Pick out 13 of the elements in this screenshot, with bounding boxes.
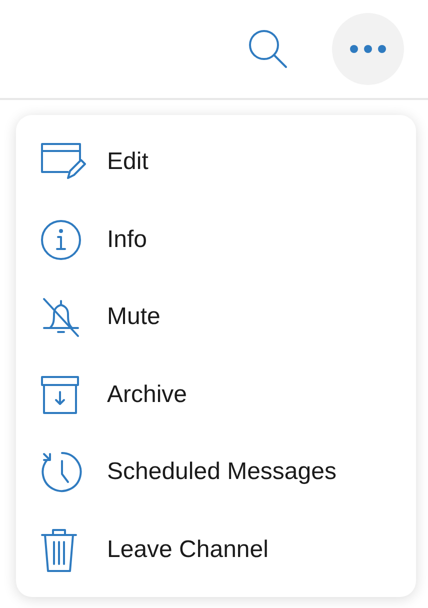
bell-slash-icon xyxy=(40,296,82,338)
menu-item[interactable]: Archive xyxy=(107,380,188,409)
archive-box-icon xyxy=(40,374,80,415)
trash-icon xyxy=(40,526,78,573)
menu-item[interactable]: Scheduled Messages xyxy=(107,458,336,486)
more-icon xyxy=(349,44,387,54)
menu-item[interactable]: Info xyxy=(107,226,148,254)
clock-icon xyxy=(40,450,84,494)
menu-item[interactable]: Mute xyxy=(107,303,160,332)
menu-item[interactable]: Leave Channel xyxy=(107,536,268,564)
search-icon[interactable] xyxy=(246,27,290,71)
menu-item[interactable]: Edit xyxy=(107,148,148,176)
info-icon xyxy=(40,218,82,261)
